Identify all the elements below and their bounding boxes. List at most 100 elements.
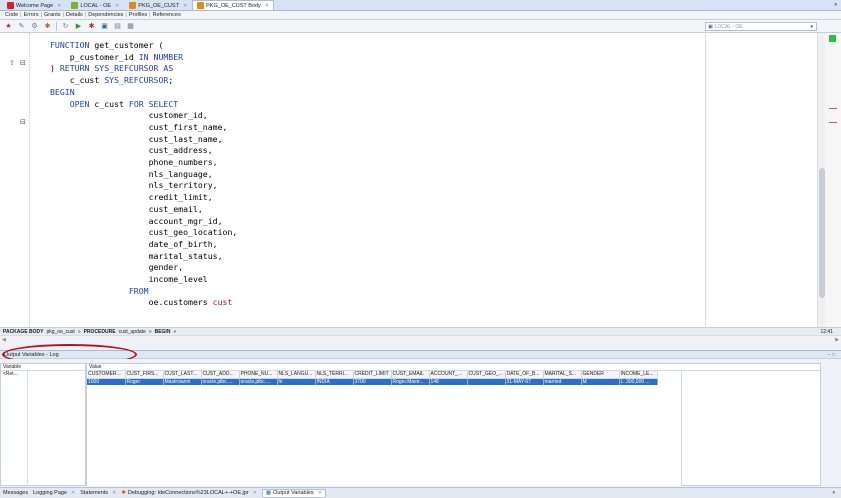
scroll-right-icon[interactable]: ▶ [835,337,839,343]
close-icon[interactable]: ✕ [183,3,187,9]
table-cell[interactable]: 1000 [87,378,126,385]
column-header[interactable]: CUST_EMAIL [391,371,430,379]
column-header[interactable]: CUST_FIRS... [125,371,164,379]
table-cell[interactable]: hi [277,378,316,385]
code-line[interactable]: oe.customers cust [50,297,237,309]
document-tab[interactable]: Welcome Page ✕ [2,0,66,10]
bottom-tab[interactable]: Messages [3,490,28,496]
code-line[interactable]: credit_limit, [50,192,237,204]
code-line[interactable]: p_customer_id IN NUMBER [50,52,237,64]
overview-mark[interactable] [829,108,837,109]
editor-overview-ruler[interactable] [825,33,841,327]
table-row[interactable]: 1000 Roger Mastroianni oracle.jdbc.... oracl… [87,378,658,385]
column-header[interactable]: NLS_LANGU... [277,371,316,379]
document-tab[interactable]: PKG_OE_CUST Body ✕ [192,0,274,10]
subtab-profiles[interactable]: Profiles [127,12,149,18]
code-line[interactable]: FROM [50,286,237,298]
find-icon[interactable]: ▦ [126,22,135,31]
breadcrumb-procedure[interactable]: cust_update [119,329,146,335]
table-cell[interactable]: Roger.Mastr... [391,378,430,385]
variable-row[interactable]: <Ret... [1,371,85,378]
compile-icon[interactable]: ✎ [17,22,26,31]
close-icon[interactable]: ✕ [265,3,269,9]
tab-list-dropdown-icon[interactable]: ▾ [834,2,837,8]
bottom-tab[interactable]: ▦ Output Variables ✕ [261,488,326,498]
code-line[interactable]: customer_id, [50,110,237,122]
column-header[interactable]: MARITAL_S... [543,371,582,379]
panel-dropdown-icon[interactable]: ▾ [832,490,835,496]
column-header[interactable]: CUST_ADD... [201,371,240,379]
table-cell[interactable] [467,378,506,385]
column-header[interactable]: CREDIT_LIMIT [353,371,392,379]
table-cell[interactable]: L: 300,000 ... [619,378,658,385]
subtab-references[interactable]: References [151,12,183,18]
column-header[interactable]: PHONE_NU... [239,371,278,379]
document-tab[interactable]: LOCAL - OE ✕ [66,0,124,10]
subtab-details[interactable]: Details [64,12,85,18]
close-icon[interactable]: ✕ [57,3,61,9]
column-header[interactable]: INCOME_LE... [619,371,658,379]
code-line[interactable]: cust_first_name, [50,122,237,134]
run-icon[interactable]: ▶ [74,22,83,31]
result-grid[interactable]: CUSTOMER... CUST_FIRS... CUST_LAST... CUST_… [87,371,658,385]
column-header[interactable]: GENDER [581,371,620,379]
close-icon[interactable]: ✕ [115,3,119,9]
close-icon[interactable]: ✕ [112,490,116,496]
subtab-grants[interactable]: Grants [42,12,63,18]
fold-minus-icon[interactable]: ⊟ [20,59,26,67]
compile-debug-icon[interactable]: ⚙ [30,22,39,31]
code-line[interactable]: c_cust SYS_REFCURSOR; [50,75,237,87]
subtab-errors[interactable]: Errors [22,12,41,18]
code-line[interactable]: cust_last_name, [50,134,237,146]
profile-icon[interactable]: ▣ [100,22,109,31]
code-line[interactable]: OPEN c_cust FOR SELECT [50,99,237,111]
column-header[interactable]: CUSTOMER... [87,371,126,379]
table-cell[interactable]: INDIA [315,378,354,385]
code-line[interactable]: cust_address, [50,145,237,157]
column-header[interactable]: CUST_LAST... [163,371,202,379]
code-line[interactable]: nls_territory, [50,180,237,192]
code-line[interactable]: date_of_birth, [50,239,237,251]
pane-divider[interactable] [27,371,28,486]
implements-arrow-icon[interactable]: ⇧ [9,59,15,67]
code-line[interactable]: cust_email, [50,204,237,216]
table-cell[interactable]: oracle.jdbc.... [201,378,240,385]
overview-mark[interactable] [829,122,837,123]
bottom-tab[interactable]: ✱ Debugging: IdeConnections%23LOCAL+-+OE.… [121,490,257,496]
close-icon[interactable]: ✕ [71,490,75,496]
compare-icon[interactable]: ▤ [113,22,122,31]
editor-horizontal-scrollbar[interactable]: ◀ ▶ [0,335,841,344]
code-line[interactable]: income_level [50,274,237,286]
code-line[interactable]: gender, [50,262,237,274]
debug-icon[interactable]: ★ [4,22,13,31]
breadcrumb-package[interactable]: pkg_oe_cust [46,329,74,335]
bottom-tab[interactable]: Statements ✕ [80,490,116,496]
column-header[interactable]: CUST_GEO_... [467,371,506,379]
table-cell[interactable]: married [543,378,582,385]
code-text[interactable]: FUNCTION get_customer ( p_customer_id IN… [50,40,237,309]
code-line[interactable]: FUNCTION get_customer ( [50,40,237,52]
close-icon[interactable]: ✕ [318,490,322,496]
debug-run-icon[interactable]: ✱ [87,22,96,31]
table-cell[interactable]: M [581,378,620,385]
column-header[interactable]: NLS_TERRI... [315,371,354,379]
value-column-header[interactable]: Value [87,364,820,371]
code-line[interactable]: BEGIN [50,87,237,99]
refresh-icon[interactable]: ↻ [61,22,70,31]
table-cell[interactable]: Roger [125,378,164,385]
table-cell[interactable]: Mastroianni [163,378,202,385]
code-line[interactable]: phone_numbers, [50,157,237,169]
code-line[interactable]: nls_language, [50,169,237,181]
subtab-code[interactable]: Code [3,12,20,18]
code-line[interactable]: cust_geo_location, [50,227,238,239]
close-icon[interactable]: ✕ [253,490,257,496]
table-cell[interactable]: 3700 [353,378,392,385]
variable-column-header[interactable]: Variable [1,364,85,371]
code-editor[interactable]: ⇧ ⊟ ⊟ FUNCTION get_customer ( p_customer… [0,33,825,327]
bottom-tab[interactable]: Logging Page ✕ [33,490,75,496]
panel-window-controls[interactable]: − □ [828,352,835,358]
table-cell[interactable]: 148 [429,378,468,385]
scroll-left-icon[interactable]: ◀ [2,337,6,343]
connection-select[interactable]: ▣ LOCAL - OE ▾ [705,22,817,31]
table-cell[interactable]: oracle.jdbc.... [239,378,278,385]
